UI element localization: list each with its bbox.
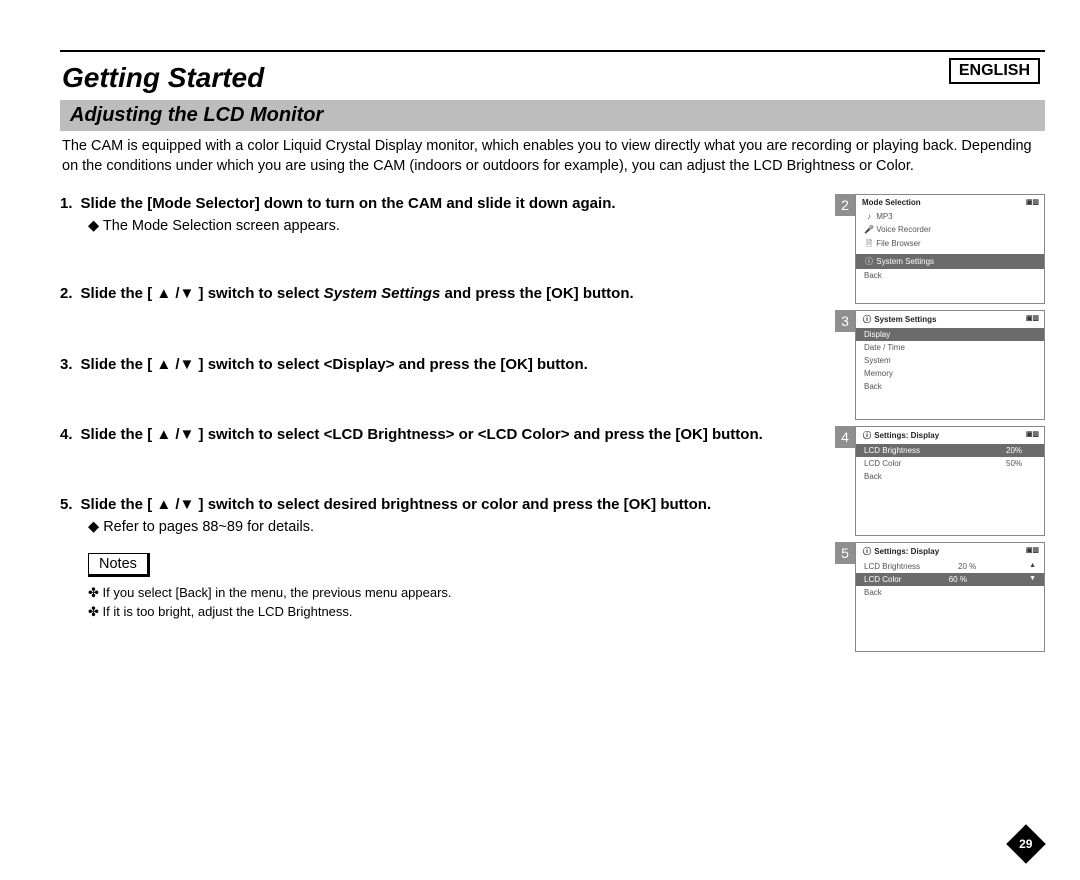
panel-number: 3	[835, 310, 855, 332]
panel-title: System Settings	[874, 315, 936, 324]
panel-number: 4	[835, 426, 855, 448]
section-title: Adjusting the LCD Monitor	[60, 100, 1045, 131]
panel-5: 5 ⓘ Settings: Display ▣ ▥ LCD Brightness 2…	[835, 542, 1045, 652]
settings-icon: ⓘ	[862, 430, 872, 441]
note-item: If you select [Back] in the menu, the pr…	[88, 585, 821, 601]
menu-item-selected: Display	[864, 330, 890, 339]
menu-item: LCD Color	[864, 459, 901, 468]
battery-indicator-icon: ▣ ▥	[1026, 314, 1038, 325]
step-2: 2. Slide the [ ▲ /▼ ] switch to select S…	[60, 284, 821, 304]
page-title: Getting Started	[60, 52, 1045, 100]
page-number-badge: 29	[1006, 824, 1046, 864]
step-number: 5.	[60, 495, 73, 515]
menu-value: 20 %	[958, 562, 988, 571]
intro-text: The CAM is equipped with a color Liquid …	[60, 131, 1045, 194]
notes-label: Notes	[88, 553, 150, 577]
panel-4: 4 ⓘ Settings: Display ▣ ▥ LCD Brightness 2…	[835, 426, 1045, 536]
battery-indicator-icon: ▣ ▥	[1026, 430, 1038, 441]
step-4: 4. Slide the [ ▲ /▼ ] switch to select <…	[60, 425, 821, 445]
step-1: 1. Slide the [Mode Selector] down to tur…	[60, 194, 821, 234]
music-icon: ♪	[864, 212, 874, 221]
panel-title: Settings: Display	[874, 547, 939, 556]
battery-indicator-icon: ▣ ▥	[1026, 198, 1038, 207]
step-5: 5. Slide the [ ▲ /▼ ] switch to select d…	[60, 495, 821, 535]
step-number: 4.	[60, 425, 73, 445]
menu-item: Back	[864, 271, 882, 280]
menu-item-selected: System Settings	[876, 257, 934, 266]
notes-list: If you select [Back] in the menu, the pr…	[60, 585, 821, 620]
step-number: 3.	[60, 355, 73, 375]
settings-icon: ⓘ	[862, 546, 872, 557]
menu-item: Date / Time	[864, 343, 905, 352]
up-arrow-icon: ▲	[1026, 562, 1036, 571]
step-sub: Refer to pages 88~89 for details.	[60, 519, 821, 535]
menu-item: Memory	[864, 369, 893, 378]
file-icon: 🗎	[864, 238, 874, 252]
down-arrow-icon: ▼	[1026, 575, 1036, 584]
step-text: Slide the [ ▲ /▼ ] switch to select desi…	[81, 495, 821, 515]
menu-value: 20%	[1006, 446, 1036, 455]
menu-item-selected: LCD Brightness	[864, 446, 920, 455]
step-text: Slide the [ ▲ /▼ ] switch to select <LCD…	[81, 425, 821, 445]
menu-value: 50%	[1006, 459, 1036, 468]
menu-item: Back	[864, 472, 882, 481]
step-number: 2.	[60, 284, 73, 304]
battery-indicator-icon: ▣ ▥	[1026, 546, 1038, 557]
step-number: 1.	[60, 194, 73, 214]
menu-item: Voice Recorder	[876, 225, 931, 234]
menu-item: MP3	[876, 212, 892, 221]
menu-item: System	[864, 356, 891, 365]
panel-title: Mode Selection	[862, 198, 921, 207]
panel-title: Settings: Display	[874, 431, 939, 440]
steps-column: 1. Slide the [Mode Selector] down to tur…	[60, 194, 821, 658]
settings-icon: ⓘ	[862, 314, 872, 325]
page-frame: Getting Started Adjusting the LCD Monito…	[60, 50, 1045, 658]
panel-3: 3 ⓘ System Settings ▣ ▥ Display Date / Ti…	[835, 310, 1045, 420]
step-text: Slide the [ ▲ /▼ ] switch to select <Dis…	[81, 355, 821, 375]
menu-value: 60 %	[949, 575, 979, 584]
step-text: Slide the [Mode Selector] down to turn o…	[81, 194, 821, 214]
menu-item: LCD Brightness	[864, 562, 920, 571]
menu-item: Back	[864, 588, 882, 597]
note-item: If it is too bright, adjust the LCD Brig…	[88, 604, 821, 620]
screenshots-column: 2 Mode Selection ▣ ▥ ♪ MP3 🎤 Voice Record…	[835, 194, 1045, 658]
panel-2: 2 Mode Selection ▣ ▥ ♪ MP3 🎤 Voice Record…	[835, 194, 1045, 304]
panel-number: 2	[835, 194, 855, 216]
menu-item-selected: LCD Color	[864, 575, 901, 584]
menu-item: Back	[864, 382, 882, 391]
step-text: Slide the [ ▲ /▼ ] switch to select Syst…	[81, 284, 821, 304]
mic-icon: 🎤	[864, 225, 874, 234]
step-sub: The Mode Selection screen appears.	[60, 218, 821, 234]
panel-number: 5	[835, 542, 855, 564]
menu-item: File Browser	[876, 239, 920, 248]
step-3: 3. Slide the [ ▲ /▼ ] switch to select <…	[60, 355, 821, 375]
settings-icon: ⓘ	[864, 256, 874, 267]
